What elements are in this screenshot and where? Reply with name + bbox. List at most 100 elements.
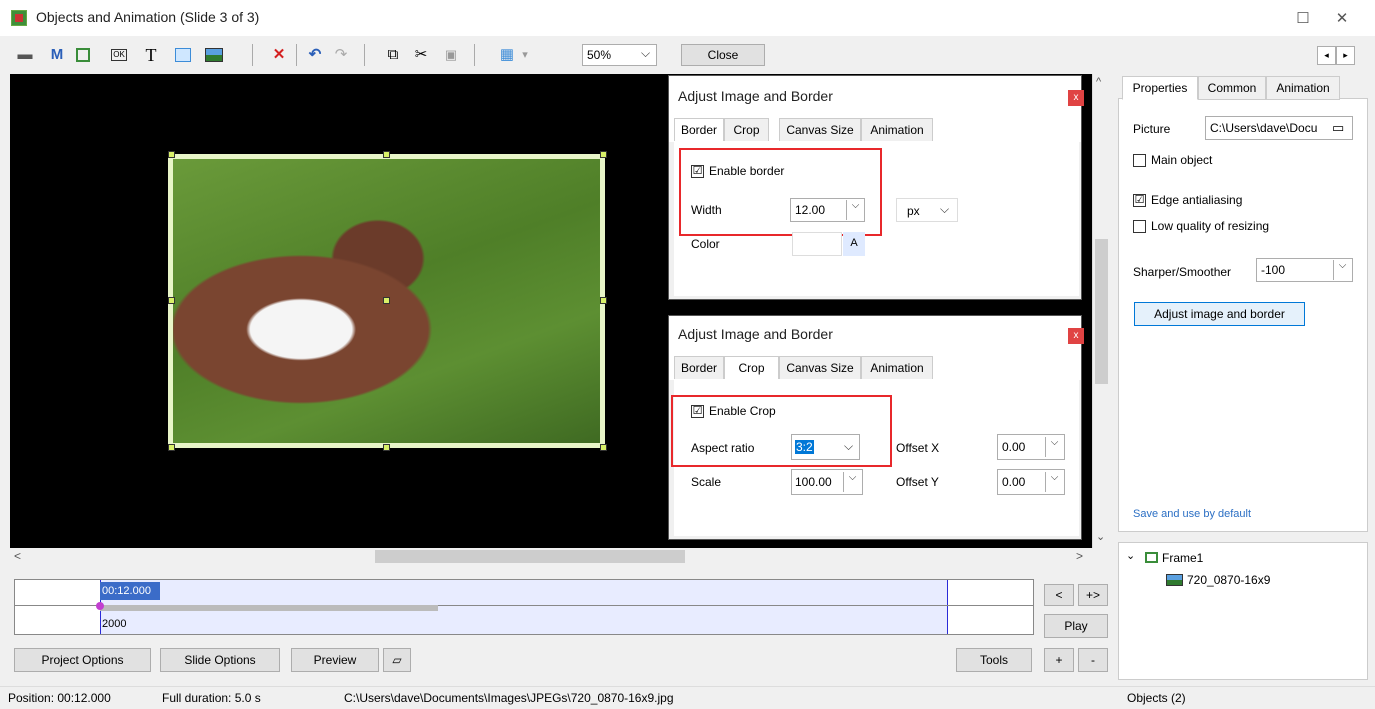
scroll-left-icon[interactable]: < [14, 549, 21, 563]
tab-crop[interactable]: Crop [724, 118, 769, 142]
resize-handle[interactable] [383, 151, 390, 158]
status-bar: Position: 00:12.000 Full duration: 5.0 s… [0, 686, 1375, 709]
delete-icon[interactable]: ✕ [268, 44, 290, 66]
main-object-checkbox[interactable] [1133, 154, 1146, 167]
project-options-button[interactable]: Project Options [14, 648, 151, 672]
close-button[interactable]: Close [681, 44, 765, 66]
sharper-smoother-label: Sharper/Smoother [1133, 265, 1232, 279]
resize-handle[interactable] [383, 444, 390, 451]
low-quality-label: Low quality of resizing [1151, 219, 1270, 233]
button-icon[interactable]: OK [108, 44, 130, 66]
timeline-value-label: 2000 [102, 618, 127, 630]
folder-open-icon[interactable]: ▭ [1332, 120, 1344, 136]
tab-common[interactable]: Common [1198, 76, 1266, 100]
resize-handle[interactable] [168, 151, 175, 158]
tab-canvas-size[interactable]: Canvas Size [779, 356, 861, 380]
status-duration: Full duration: 5.0 s [162, 691, 261, 705]
resize-handle[interactable] [600, 151, 607, 158]
edge-antialiasing-checkbox[interactable]: ☑ [1133, 194, 1146, 207]
picture-path-input[interactable]: C:\Users\dave\Docu ▭ [1205, 116, 1353, 140]
color-picker-button[interactable]: A [843, 232, 865, 256]
vertical-scrollbar[interactable]: ^ ⌄ [1092, 74, 1110, 548]
grid-dropdown-icon[interactable]: ▾ [518, 44, 532, 66]
copy-icon[interactable]: ⧉ [382, 44, 404, 66]
preview-button[interactable]: Preview [291, 648, 379, 672]
save-default-link[interactable]: Save and use by default [1133, 508, 1251, 520]
keyframe-marker[interactable] [96, 602, 104, 610]
close-window-button[interactable]: ✕ [1322, 6, 1362, 32]
tab-border[interactable]: Border [674, 356, 724, 380]
dialog-crop: Adjust Image and Border x Border Crop Ca… [668, 315, 1084, 540]
chevron-down-icon[interactable]: ⌵ [843, 472, 861, 492]
width-input[interactable]: 12.00 ⌵ [790, 198, 865, 222]
next-keyframe-button[interactable]: +> [1078, 584, 1108, 606]
status-path: C:\Users\dave\Documents\Images\JPEGs\720… [344, 691, 674, 705]
scroll-thumb[interactable] [1095, 239, 1108, 384]
enable-border-checkbox[interactable]: ☑ [691, 165, 704, 178]
tab-properties[interactable]: Properties [1122, 76, 1198, 100]
maximize-icon[interactable]: ☐ [1283, 6, 1323, 32]
color-swatch[interactable] [792, 232, 842, 256]
prev-keyframe-button[interactable]: < [1044, 584, 1074, 606]
nav-left-icon[interactable]: ◂ [1317, 46, 1336, 65]
offset-y-input[interactable]: 0.00 ⌵ [997, 469, 1065, 495]
offset-x-input[interactable]: 0.00 ⌵ [997, 434, 1065, 460]
remove-keyframe-button[interactable]: - [1078, 648, 1108, 672]
chevron-down-icon[interactable]: ⌵ [1045, 437, 1063, 457]
tree-item-frame1[interactable]: Frame1 [1162, 551, 1203, 565]
add-keyframe-button[interactable]: + [1044, 648, 1074, 672]
rectangle-icon[interactable] [172, 44, 194, 66]
paste-icon[interactable]: ▣ [440, 44, 462, 66]
frame-icon [1145, 552, 1158, 563]
scroll-thumb[interactable] [375, 550, 685, 563]
tree-item-image[interactable]: 720_0870-16x9 [1187, 573, 1270, 587]
enable-crop-checkbox[interactable]: ☑ [691, 405, 704, 418]
low-quality-checkbox[interactable] [1133, 220, 1146, 233]
fullscreen-preview-icon[interactable]: ▱ [383, 648, 411, 672]
grid-icon[interactable]: ▦ [496, 44, 518, 66]
frame-icon[interactable] [72, 44, 94, 66]
dialog-title: Adjust Image and Border [678, 326, 833, 342]
tab-canvas-size[interactable]: Canvas Size [779, 118, 861, 142]
aspect-ratio-select[interactable]: 3:2 ⌵ [791, 434, 860, 460]
chevron-down-icon[interactable]: ⌵ [1045, 472, 1063, 492]
chevron-down-icon: ⌵ [641, 46, 651, 60]
unit-select[interactable]: px ⌵ [896, 198, 958, 222]
tab-crop[interactable]: Crop [724, 356, 779, 380]
scroll-down-icon[interactable]: ⌄ [1096, 530, 1105, 543]
slide-options-button[interactable]: Slide Options [160, 648, 280, 672]
dialog-close-button[interactable]: x [1068, 90, 1084, 106]
redo-icon[interactable]: ↷ [330, 44, 352, 66]
expand-icon[interactable]: ⌄ [1126, 549, 1135, 562]
horizontal-scrollbar[interactable]: < > [10, 548, 1110, 566]
resize-handle[interactable] [600, 297, 607, 304]
tab-border[interactable]: Border [674, 118, 724, 142]
chevron-down-icon[interactable]: ⌵ [846, 200, 864, 220]
adjust-image-border-button[interactable]: Adjust image and border [1134, 302, 1305, 326]
tab-animation[interactable]: Animation [1266, 76, 1340, 100]
nav-right-icon[interactable]: ▸ [1336, 46, 1355, 65]
image-icon[interactable] [203, 44, 225, 66]
resize-handle[interactable] [168, 444, 175, 451]
zoom-select[interactable]: 50% ⌵ [582, 44, 657, 66]
resize-handle[interactable] [168, 297, 175, 304]
mask-icon[interactable]: M [46, 44, 68, 66]
tools-button[interactable]: Tools [956, 648, 1032, 672]
resize-handle[interactable] [600, 444, 607, 451]
sharper-smoother-select[interactable]: -100 ⌵ [1256, 258, 1353, 282]
enable-border-label: Enable border [709, 164, 785, 178]
camera-icon[interactable]: ▬ [14, 44, 36, 66]
dialog-close-button[interactable]: x [1068, 328, 1084, 344]
tab-animation[interactable]: Animation [861, 356, 933, 380]
chevron-down-icon[interactable]: ⌵ [1333, 260, 1351, 280]
center-handle[interactable] [383, 297, 390, 304]
cut-icon[interactable]: ✂ [410, 44, 432, 66]
scale-label: Scale [691, 475, 722, 489]
scroll-right-icon[interactable]: > [1076, 549, 1083, 563]
scale-input[interactable]: 100.00 ⌵ [791, 469, 863, 495]
text-icon[interactable]: T [140, 44, 162, 66]
play-button[interactable]: Play [1044, 614, 1108, 638]
scroll-up-icon[interactable]: ^ [1096, 76, 1101, 88]
undo-icon[interactable]: ↶ [304, 44, 326, 66]
tab-animation[interactable]: Animation [861, 118, 933, 142]
